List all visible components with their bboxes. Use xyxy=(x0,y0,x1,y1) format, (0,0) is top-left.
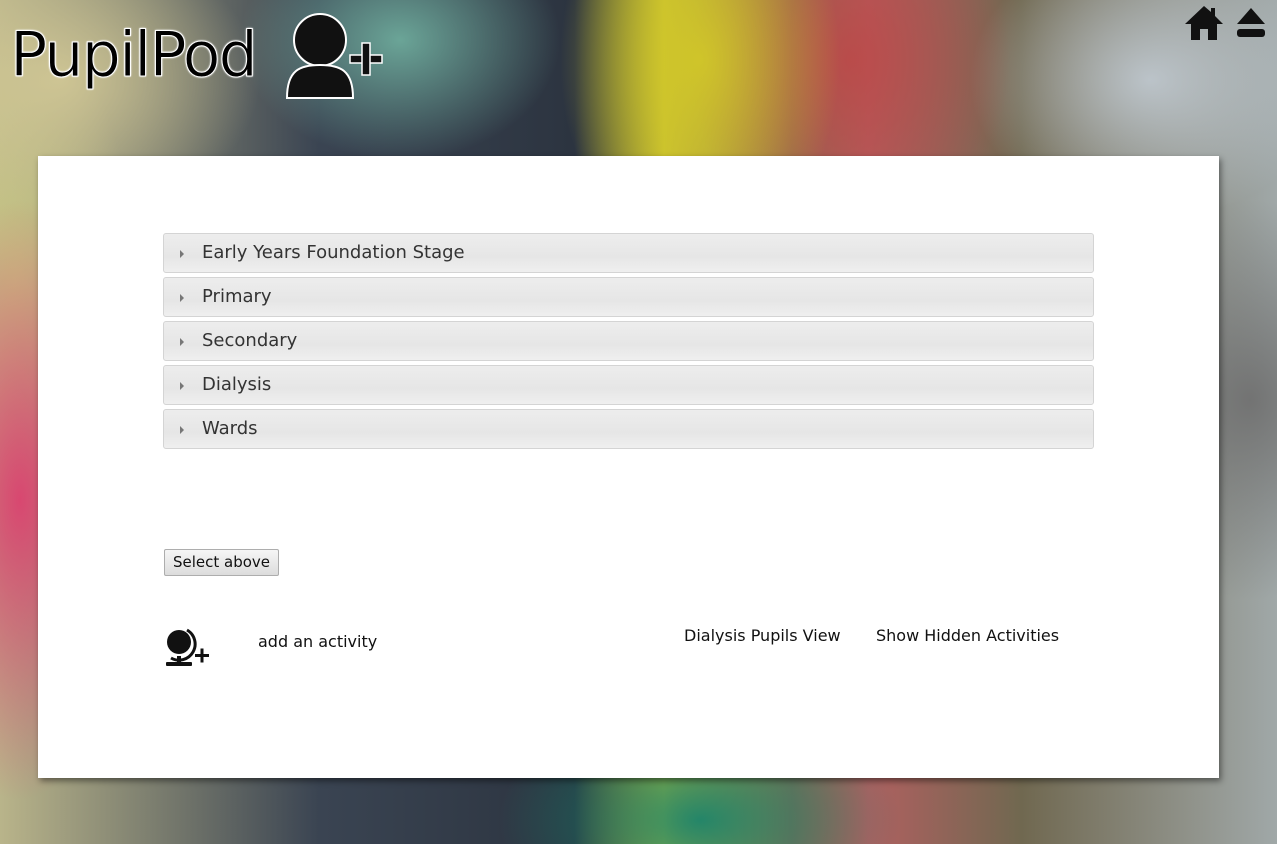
eject-icon[interactable] xyxy=(1235,4,1267,42)
accordion: Early Years Foundation Stage Primary Sec… xyxy=(163,233,1094,453)
top-nav xyxy=(1183,4,1267,42)
pupilpod-logo: PupilPod xyxy=(10,10,390,110)
logo-text: PupilPod xyxy=(10,18,259,91)
accordion-item-dialysis[interactable]: Dialysis xyxy=(163,365,1094,405)
caret-right-icon xyxy=(180,294,184,302)
accordion-item-wards[interactable]: Wards xyxy=(163,409,1094,449)
accordion-label: Secondary xyxy=(202,330,298,351)
add-user-icon xyxy=(285,13,383,99)
add-activity-icon[interactable] xyxy=(163,626,211,668)
select-above-button[interactable]: Select above xyxy=(164,549,280,576)
accordion-label: Early Years Foundation Stage xyxy=(202,242,465,263)
accordion-item-eyfs[interactable]: Early Years Foundation Stage xyxy=(163,233,1094,273)
caret-right-icon xyxy=(180,250,184,258)
main-panel: Early Years Foundation Stage Primary Sec… xyxy=(38,156,1219,778)
accordion-item-primary[interactable]: Primary xyxy=(163,277,1094,317)
accordion-item-secondary[interactable]: Secondary xyxy=(163,321,1094,361)
add-activity-link[interactable]: add an activity xyxy=(258,632,377,651)
accordion-label: Dialysis xyxy=(202,374,272,395)
accordion-label: Wards xyxy=(202,418,258,439)
caret-right-icon xyxy=(180,382,184,390)
dialysis-pupils-view-link[interactable]: Dialysis Pupils View xyxy=(684,626,841,645)
accordion-label: Primary xyxy=(202,286,272,307)
home-icon[interactable] xyxy=(1183,4,1225,42)
show-hidden-activities-link[interactable]: Show Hidden Activities xyxy=(876,626,1059,645)
caret-right-icon xyxy=(180,338,184,346)
caret-right-icon xyxy=(180,426,184,434)
